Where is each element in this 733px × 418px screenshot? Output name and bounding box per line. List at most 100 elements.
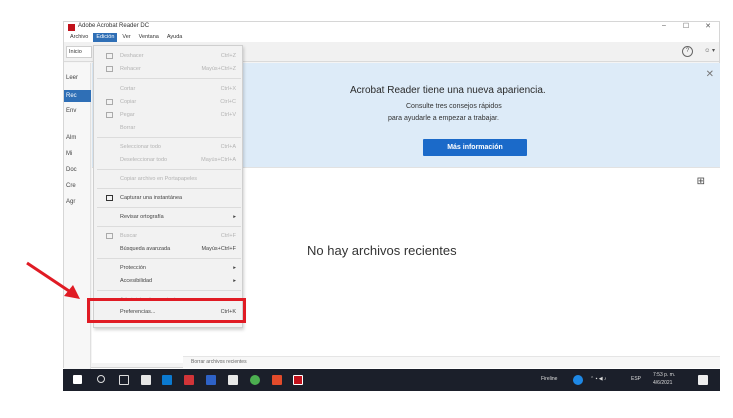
menu-item-label: Copiar archivo en Portapapeles — [120, 176, 198, 182]
undo-icon — [106, 53, 113, 59]
menu-separator — [97, 258, 241, 259]
task-view-icon[interactable] — [119, 375, 129, 385]
menu-item-pegar[interactable]: Pegar Ctrl+V — [94, 109, 244, 121]
highlight-box — [87, 298, 246, 323]
grid-view-icon[interactable]: ⊞ — [697, 176, 705, 187]
menu-item-revisar-ortografia[interactable]: Revisar ortografía ▸ — [94, 211, 244, 223]
menu-item-shortcut: Ctrl+V — [220, 112, 236, 118]
menu-item-label: Capturar una instantánea — [120, 195, 183, 201]
sidebar-item-almacenamiento[interactable]: Alm — [66, 135, 76, 141]
menu-edicion[interactable]: Edición — [93, 33, 118, 42]
menu-item-copiar[interactable]: Copiar Ctrl+C — [94, 96, 244, 108]
acrobat-logo-icon — [68, 24, 75, 31]
menu-item-label: Borrar — [120, 125, 136, 131]
close-banner-icon[interactable]: ✕ — [706, 69, 714, 80]
menu-item-instantanea[interactable]: Capturar una instantánea — [94, 192, 244, 204]
clock-time[interactable]: 7:53 p. m. — [653, 372, 675, 378]
sidebar-item-recientes[interactable]: Rec — [64, 90, 91, 102]
paste-icon — [106, 112, 113, 118]
menu-item-copiar-portapapeles[interactable]: Copiar archivo en Portapapeles — [94, 173, 244, 185]
network-icon[interactable] — [573, 375, 583, 385]
more-info-button[interactable]: Más información — [423, 139, 527, 156]
menu-item-busqueda-avanzada[interactable]: Búsqueda avanzada Mayús+Ctrl+F — [94, 243, 244, 255]
window-title: Adobe Acrobat Reader DC — [78, 23, 150, 29]
close-window-button[interactable]: ✕ — [703, 22, 713, 30]
start-windows-icon[interactable] — [73, 375, 82, 384]
menu-item-label: Deseleccionar todo — [120, 157, 168, 163]
menu-ver[interactable]: Ver — [119, 33, 133, 42]
banner-subtitle-1: Consulte tres consejos rápidos — [406, 103, 502, 110]
weather-text[interactable]: Fireline — [541, 376, 557, 382]
menu-item-label: Revisar ortografía — [120, 214, 164, 220]
menu-item-rehacer[interactable]: Rehacer Mayús+Ctrl+Z — [94, 63, 244, 75]
copy-icon — [106, 99, 113, 105]
sidebar-item-enviados[interactable]: Env — [66, 108, 76, 114]
snapshot-icon — [106, 195, 113, 201]
sidebar-item-leer[interactable]: Leer — [66, 75, 78, 81]
menu-item-label: Copiar — [120, 99, 137, 105]
app-icon-orange[interactable] — [272, 375, 282, 385]
title-bar: Adobe Acrobat Reader DC – ☐ ✕ — [64, 22, 719, 33]
submenu-arrow-icon: ▸ — [233, 265, 236, 271]
menu-ayuda[interactable]: Ayuda — [164, 33, 186, 42]
menu-item-shortcut: Mayús+Ctrl+A — [201, 157, 236, 163]
clear-recent-link[interactable]: Borrar archivos recientes — [191, 359, 247, 365]
menu-item-buscar[interactable]: Buscar Ctrl+F — [94, 230, 244, 242]
menu-item-shortcut: Ctrl+C — [220, 99, 236, 105]
language-indicator[interactable]: ESP — [631, 376, 641, 382]
menu-item-shortcut: Ctrl+A — [220, 144, 236, 150]
search-icon — [106, 233, 113, 239]
menu-separator — [97, 188, 241, 189]
tab-inicio[interactable]: Inicio — [66, 46, 92, 58]
menu-item-shortcut: Ctrl+F — [220, 233, 236, 239]
submenu-arrow-icon: ▸ — [233, 214, 236, 220]
left-panel: Leer Rec Env Alm Mi Doc Cre Agr — [64, 63, 91, 369]
menu-item-deshacer[interactable]: Deshacer Ctrl+Z — [94, 50, 244, 62]
menu-item-deseleccionar-todo[interactable]: Deseleccionar todo Mayús+Ctrl+A — [94, 154, 244, 166]
sidebar-item-document-cloud[interactable]: Doc — [66, 167, 77, 173]
word-icon[interactable] — [206, 375, 216, 385]
menu-ventana[interactable]: Ventana — [136, 33, 162, 42]
minimize-button[interactable]: – — [659, 22, 669, 30]
window-controls: – ☐ ✕ — [659, 22, 713, 30]
sidebar-item-agregar-cuenta[interactable]: Agr — [66, 199, 75, 205]
menu-separator — [97, 290, 241, 291]
menu-item-label: Buscar — [120, 233, 138, 239]
menu-item-label: Seleccionar todo — [120, 144, 161, 150]
help-icon[interactable]: ? — [682, 46, 693, 57]
menu-item-shortcut: Ctrl+X — [220, 86, 236, 92]
menu-item-borrar[interactable]: Borrar — [94, 122, 244, 134]
tray-icons[interactable]: ⌃ ▪ ◀ ♪ — [590, 376, 606, 382]
clock-date[interactable]: 4/6/2021 — [653, 380, 672, 386]
menu-item-proteccion[interactable]: Protección ▸ — [94, 262, 244, 274]
menu-item-label: Accesibilidad — [120, 278, 153, 284]
banner-title: Acrobat Reader tiene una nueva aparienci… — [350, 85, 546, 96]
menu-item-cortar[interactable]: Cortar Ctrl+X — [94, 83, 244, 95]
menu-bar: Archivo Edición Ver Ventana Ayuda — [64, 33, 719, 42]
sidebar-item-mi-pc[interactable]: Mi — [66, 151, 72, 157]
store-icon[interactable] — [141, 375, 151, 385]
edit-dropdown-menu: Deshacer Ctrl+Z Rehacer Mayús+Ctrl+Z Cor… — [93, 45, 243, 328]
menu-item-accesibilidad[interactable]: Accesibilidad ▸ — [94, 275, 244, 287]
menu-item-shortcut: Mayús+Ctrl+Z — [201, 66, 236, 72]
menu-separator — [97, 169, 241, 170]
maximize-button[interactable]: ☐ — [681, 22, 691, 30]
menu-separator — [97, 78, 241, 79]
user-menu-button[interactable]: ☺ ▾ — [704, 47, 715, 54]
edge-icon[interactable] — [162, 375, 172, 385]
redo-icon — [106, 66, 113, 72]
file-explorer-icon[interactable] — [228, 375, 238, 385]
menu-archivo[interactable]: Archivo — [67, 33, 91, 42]
menu-separator — [97, 207, 241, 208]
sidebar-item-creative-cloud[interactable]: Cre — [66, 183, 76, 189]
notifications-icon[interactable] — [698, 375, 708, 385]
acrobat-taskbar-icon[interactable] — [293, 375, 303, 385]
menu-item-label: Cortar — [120, 86, 136, 92]
app-icon-red[interactable] — [184, 375, 194, 385]
menu-item-label: Deshacer — [120, 53, 144, 59]
chrome-icon[interactable] — [250, 375, 260, 385]
menu-item-label: Rehacer — [120, 66, 141, 72]
menu-item-label: Pegar — [120, 112, 135, 118]
menu-item-seleccionar-todo[interactable]: Seleccionar todo Ctrl+A — [94, 141, 244, 153]
search-icon[interactable] — [97, 375, 105, 383]
